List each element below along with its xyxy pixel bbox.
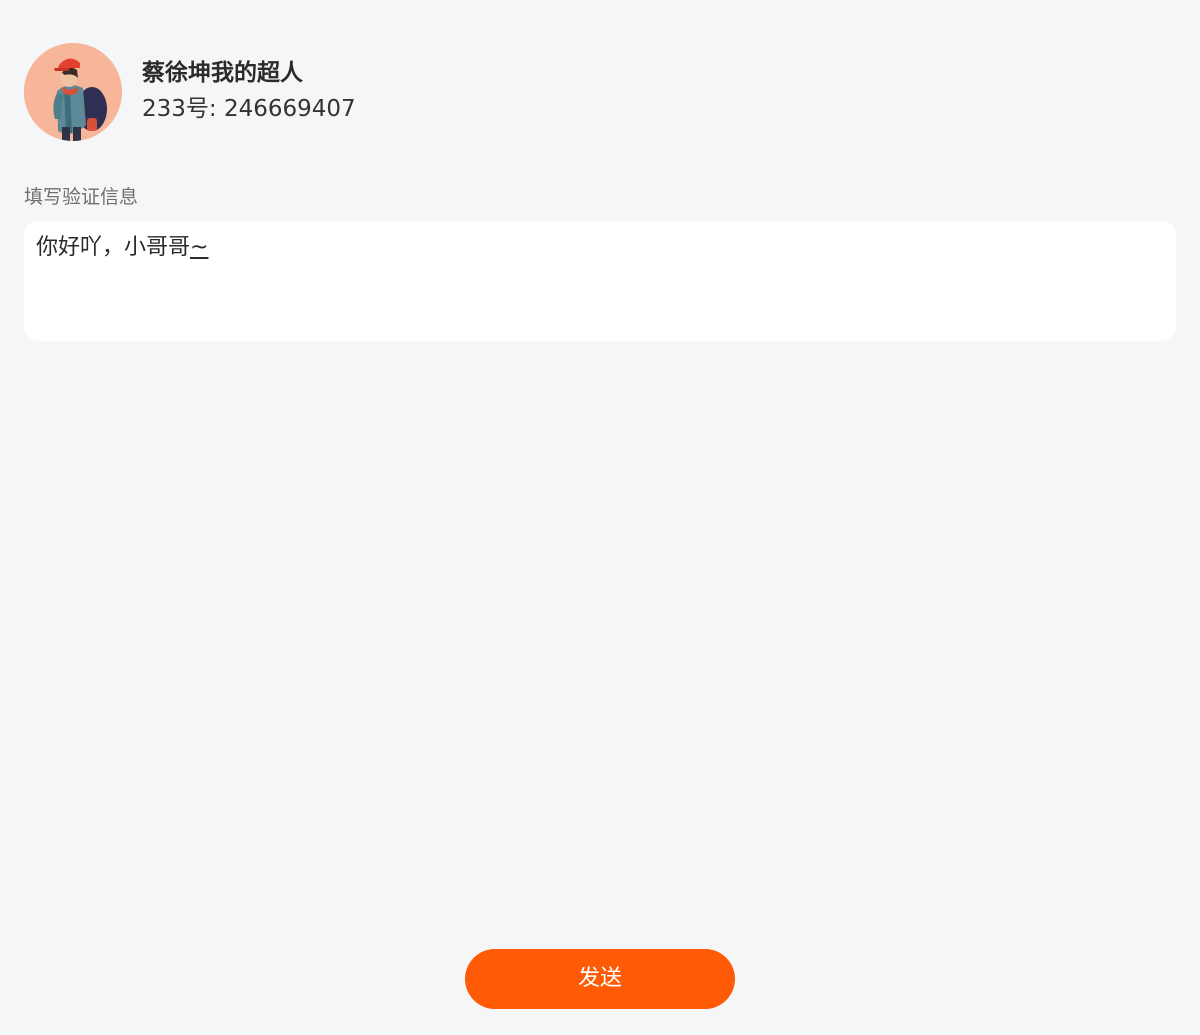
message-tail-text: ~ — [190, 235, 209, 260]
profile-info: 蔡徐坤我的超人 233号: 246669407 — [142, 59, 356, 125]
profile-name: 蔡徐坤我的超人 — [142, 60, 303, 86]
profile-card: 蔡徐坤我的超人 233号: 246669407 — [24, 43, 356, 141]
avatar — [24, 43, 122, 141]
verification-message-input[interactable]: 你好吖，小哥哥~ — [24, 221, 1176, 341]
send-button[interactable]: 发送 — [465, 949, 735, 1009]
verification-message-text[interactable]: 你好吖，小哥哥~ — [36, 233, 1164, 263]
profile-id: 233号: 246669407 — [142, 96, 356, 122]
message-main-text: 你好吖，小哥哥 — [36, 235, 191, 260]
add-friend-verification-page: 蔡徐坤我的超人 233号: 246669407 填写验证信息 你好吖，小哥哥~ … — [0, 0, 1200, 1035]
avatar-illustration — [24, 43, 122, 141]
verification-label: 填写验证信息 — [24, 186, 139, 208]
